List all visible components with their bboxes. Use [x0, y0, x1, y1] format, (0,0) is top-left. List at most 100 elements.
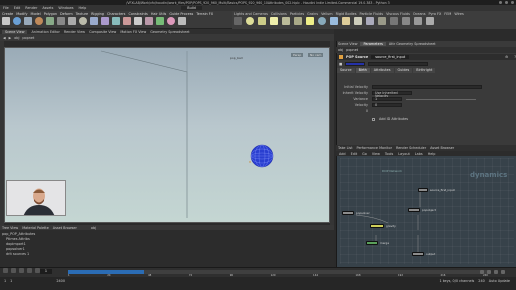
node-gravity[interactable] [370, 224, 384, 228]
shelf-tab-hair-utils[interactable]: Hair Utils [151, 12, 167, 16]
settings-icon[interactable] [501, 269, 505, 274]
curve-tool-icon[interactable] [90, 17, 98, 25]
shelf-tab-polygon[interactable]: Polygon [44, 12, 57, 16]
font-tool-icon[interactable] [134, 17, 142, 25]
jump-start-icon[interactable] [3, 268, 8, 273]
gamepad-camera-tool-icon[interactable] [426, 17, 434, 25]
node-merge[interactable] [366, 241, 378, 245]
shelf-tab-rigging[interactable]: Rigging [91, 12, 104, 16]
param-field[interactable] [368, 62, 429, 66]
param-value[interactable]: 1 [372, 97, 402, 101]
volume-light-tool-icon[interactable] [294, 17, 302, 25]
maximize-icon[interactable] [505, 1, 508, 4]
subtab-birth[interactable]: Birth [355, 68, 370, 73]
shelf-tab-oceans[interactable]: Oceans [413, 12, 426, 16]
shelf-tab-characters[interactable]: Characters [107, 12, 126, 16]
param-value[interactable]: Use Inherited Velocity [372, 91, 412, 98]
metaball-tool-icon[interactable] [167, 17, 175, 25]
shelf-tab-terrain-fx[interactable]: Terrain FX [196, 12, 213, 16]
range-end-field[interactable]: 2400 [56, 279, 65, 283]
range-start[interactable]: 1 [4, 279, 6, 283]
tab-geometry-spreadsheet-2[interactable]: Attr Geometry Spreadsheet [389, 42, 436, 46]
shelf-tab-deform[interactable]: Deform [60, 12, 73, 16]
stereo-camera-tool-icon[interactable] [390, 17, 398, 25]
shelf-tab-particles[interactable]: Particles [290, 12, 304, 16]
view-menu-persp[interactable]: Persp [291, 53, 304, 57]
shelf-tab-pyro-fx[interactable]: Pyro FX [428, 12, 441, 16]
tab-scene-view[interactable]: Scene View [2, 29, 28, 34]
tab-material-palette[interactable]: Material Palette [22, 226, 49, 230]
close-icon[interactable] [511, 1, 514, 4]
shelf-tab-wires[interactable]: Wires [454, 12, 463, 16]
param-field[interactable] [372, 85, 482, 89]
node-source-first-input[interactable] [418, 188, 428, 192]
l-system-tool-icon[interactable] [156, 17, 164, 25]
file-tool-icon[interactable] [178, 17, 186, 25]
path-obj[interactable]: obj [338, 48, 343, 52]
path-node[interactable]: popnet [22, 36, 34, 40]
menu-edit[interactable]: Edit [14, 6, 21, 10]
switcher-tool-icon[interactable] [414, 17, 422, 25]
tab-geometry-spreadsheet[interactable]: Geometry Spreadsheet [150, 30, 189, 34]
shelf-tab-model[interactable]: Model [31, 12, 41, 16]
spot-light-tool-icon[interactable] [258, 17, 266, 25]
path-obj[interactable]: obj [14, 36, 19, 40]
tree-item[interactable]: drit sources 1 [2, 252, 92, 257]
play-reverse-icon[interactable] [19, 268, 24, 273]
shelf-tab-vellum[interactable]: Vellum [321, 12, 332, 16]
platonic-solids-tool-icon[interactable] [145, 17, 153, 25]
tab-motion-fx-view[interactable]: Motion FX View [120, 30, 146, 34]
checkbox[interactable] [372, 117, 375, 121]
shelf-tab-guide-process[interactable]: Guide Process [169, 12, 193, 16]
camera-menu[interactable]: No cam [308, 53, 324, 57]
shelf-tab-texture[interactable]: Texture [76, 12, 88, 16]
torus-tool-icon[interactable] [35, 17, 43, 25]
subtab-source[interactable]: Source [337, 68, 355, 73]
subtab-attributes[interactable]: Attributes [370, 68, 394, 73]
spray-paint-tool-icon[interactable] [123, 17, 131, 25]
play-icon[interactable] [27, 268, 32, 273]
ambient-light-tool-icon[interactable] [378, 17, 386, 25]
shelf-tab-constraints[interactable]: Constraints [128, 12, 147, 16]
area-light-tool-icon[interactable] [270, 17, 278, 25]
tab-parameters[interactable]: Parameters [360, 41, 386, 46]
shelf-tab-viscous-fluids[interactable]: Viscous Fluids [386, 12, 410, 16]
box-tool-icon[interactable] [2, 17, 10, 25]
gi-light-tool-icon[interactable] [342, 17, 350, 25]
sky-light-tool-icon[interactable] [330, 17, 338, 25]
menu-windows[interactable]: Windows [58, 6, 73, 10]
frame-icon[interactable] [494, 269, 498, 274]
node-name-field[interactable]: source_first_input [371, 55, 410, 59]
node-popsolver[interactable] [342, 211, 354, 215]
tab-render-view[interactable]: Render View [64, 30, 85, 34]
tab-scene-view-2[interactable]: Scene View [338, 42, 357, 46]
portal-light-tool-icon[interactable] [366, 17, 374, 25]
subtab-birthright[interactable]: Birthright [413, 68, 436, 73]
gear-icon[interactable]: ⚙ [505, 55, 508, 59]
menu-file[interactable]: File [3, 6, 9, 10]
tab-asset-browser[interactable]: Asset Browser [53, 226, 77, 230]
back-arrow-icon[interactable]: ◀ [3, 36, 6, 40]
distant-light-tool-icon[interactable] [306, 17, 314, 25]
shelf-tab-lights-cameras[interactable]: Lights and Cameras [234, 12, 268, 16]
grid-tool-icon[interactable] [46, 17, 54, 25]
shelf-tab-grains[interactable]: Grains [307, 12, 318, 16]
draw-curve-tool-icon[interactable] [101, 17, 109, 25]
menu-assets[interactable]: Assets [42, 6, 53, 10]
desktop-selector[interactable]: Build [181, 6, 202, 10]
current-frame-field[interactable]: 1 [40, 269, 52, 274]
environment-light-tool-icon[interactable] [318, 17, 326, 25]
lock-icon[interactable]: ■ [339, 62, 342, 66]
subtab-guides[interactable]: Guides [394, 68, 413, 73]
point-light-tool-icon[interactable] [246, 17, 254, 25]
tree-path[interactable]: obj [91, 226, 96, 230]
range-end[interactable]: 240 [478, 279, 484, 283]
null-tool-icon[interactable] [57, 17, 65, 25]
shelf-tab-particle-fluids[interactable]: Particle Fluids [360, 12, 384, 16]
tab-tree-view[interactable]: Tree View [2, 226, 18, 230]
tube-tool-icon[interactable] [24, 17, 32, 25]
path-node[interactable]: popnet [346, 48, 358, 52]
shelf-tab-rigid-bodies[interactable]: Rigid Bodies [336, 12, 357, 16]
auto-update-button[interactable]: Auto Update [489, 279, 510, 283]
sphere-tool-icon[interactable] [13, 17, 21, 25]
